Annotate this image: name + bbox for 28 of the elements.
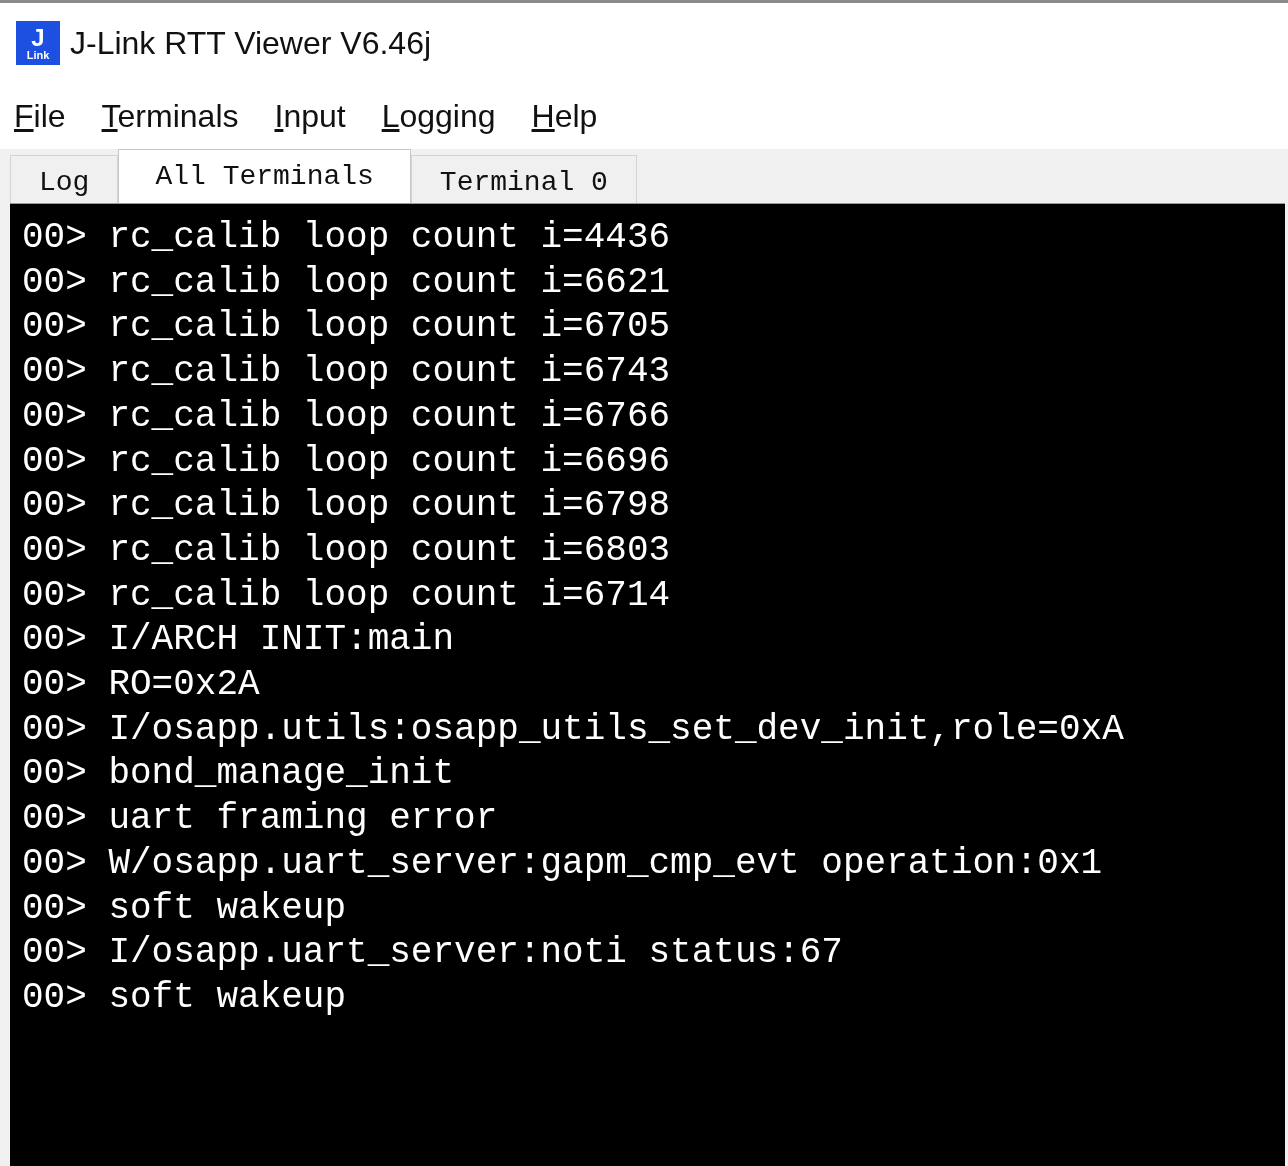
- tab[interactable]: All Terminals: [118, 149, 411, 203]
- log-line: 00> I/osapp.uart_server:noti status:67: [22, 931, 844, 976]
- menu-item[interactable]: Terminals: [101, 92, 239, 140]
- log-line: 00> rc_calib loop count i=6803: [22, 528, 672, 573]
- log-line: 00> rc_calib loop count i=4436: [22, 216, 672, 260]
- log-line: 00> rc_calib loop count i=6743: [22, 350, 672, 395]
- log-line: 00> rc_calib loop count i=6705: [22, 305, 672, 350]
- log-line: 00> I/osapp.utils:osapp_utils_set_dev_init,role=0xA: [22, 707, 1125, 752]
- window-title: J-Link RTT Viewer V6.46j: [70, 24, 432, 63]
- log-line: 00> rc_calib loop count i=6766: [22, 394, 672, 439]
- menu-item[interactable]: Input: [274, 92, 346, 140]
- log-line: 00> RO=0x2A: [22, 663, 261, 708]
- log-line: 00> uart framing error: [22, 797, 499, 842]
- log-line: 00> rc_calib loop count i=6696: [22, 439, 672, 484]
- log-line: 00> bond_manage_init: [22, 752, 456, 797]
- log-line: 00> rc_calib loop count i=6798: [22, 484, 672, 529]
- log-line: 00> I/ARCH INIT:main: [22, 618, 456, 663]
- log-line: 00> soft wakeup: [22, 886, 348, 931]
- menu-item[interactable]: Logging: [381, 92, 496, 140]
- log-line: 00> rc_calib loop count i=6621: [22, 260, 672, 305]
- menu-item[interactable]: Help: [531, 92, 598, 140]
- tab[interactable]: Log: [10, 155, 119, 203]
- log-line: 00> rc_calib loop count i=6714: [22, 573, 672, 618]
- app-icon: J Link: [16, 21, 60, 65]
- log-line: 00> W/osapp.uart_server:gapm_cmp_evt operation:0x1: [22, 841, 1104, 886]
- log-line: 00> soft wakeup: [22, 975, 348, 1020]
- menu-item[interactable]: File: [14, 92, 66, 140]
- tab[interactable]: Terminal 0: [410, 155, 637, 203]
